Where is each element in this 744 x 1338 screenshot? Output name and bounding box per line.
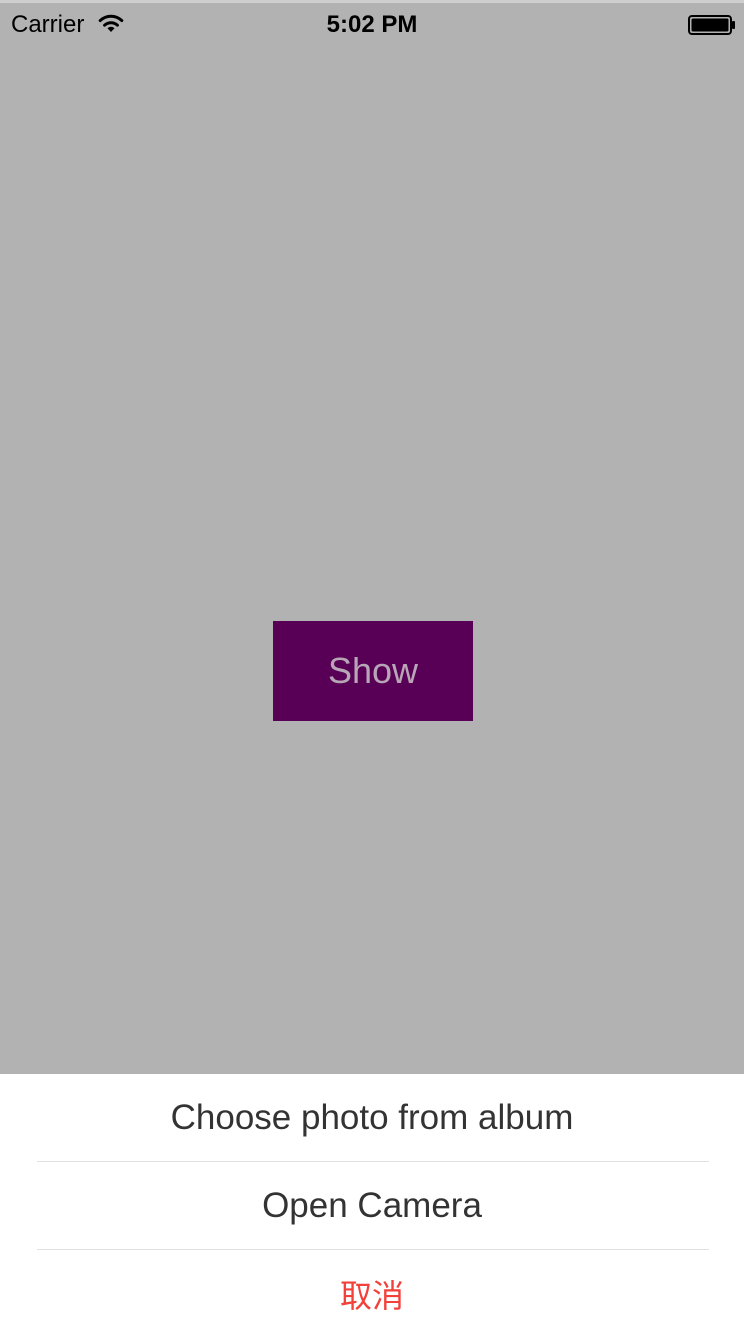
cancel-option[interactable]: 取消 (0, 1250, 744, 1338)
open-camera-option[interactable]: Open Camera (0, 1162, 744, 1250)
choose-photo-from-album-option[interactable]: Choose photo from album (0, 1074, 744, 1162)
status-time: 5:02 PM (326, 11, 418, 38)
app-screen: Carrier 5:02 PM Show Choose photo from a… (0, 0, 744, 1338)
status-bar: Carrier 5:02 PM (0, 3, 744, 43)
action-sheet: Choose photo from album Open Camera 取消 (0, 1074, 744, 1338)
show-button[interactable]: Show (273, 621, 473, 721)
battery-icon (688, 15, 736, 35)
